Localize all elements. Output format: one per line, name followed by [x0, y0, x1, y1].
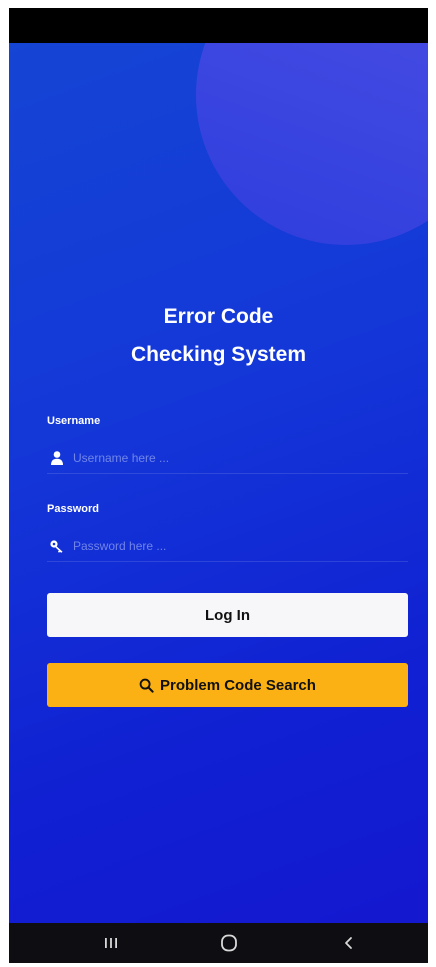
key-icon: [50, 540, 63, 553]
status-bar: [9, 8, 428, 43]
phone-screen: Error Code Checking System Username Pass…: [9, 8, 428, 963]
login-screen: Error Code Checking System Username Pass…: [9, 43, 428, 923]
home-button[interactable]: [199, 923, 259, 963]
username-label: Username: [47, 415, 101, 427]
app-title-line-2: Checking System: [130, 343, 307, 366]
user-icon: [51, 451, 63, 465]
problem-code-search-label: Problem Code Search: [160, 676, 316, 694]
login-button[interactable]: Log In: [47, 593, 408, 637]
app-title: Error Code Checking System: [9, 298, 428, 374]
password-label: Password: [47, 503, 99, 515]
password-input[interactable]: [73, 535, 393, 557]
system-navigation-bar: [9, 923, 428, 963]
recents-button[interactable]: [81, 923, 141, 963]
back-button[interactable]: [319, 923, 379, 963]
recents-icon: [105, 938, 117, 948]
username-input[interactable]: [73, 447, 393, 469]
password-field: [47, 531, 408, 562]
username-field: [47, 443, 408, 474]
home-icon: [221, 934, 237, 952]
login-button-label: Log In: [205, 606, 250, 624]
back-icon: [345, 937, 352, 949]
problem-code-search-button[interactable]: Problem Code Search: [47, 663, 408, 707]
app-title-line-1: Error Code: [163, 305, 274, 328]
search-icon: [139, 678, 154, 693]
decorative-circle: [196, 43, 428, 245]
